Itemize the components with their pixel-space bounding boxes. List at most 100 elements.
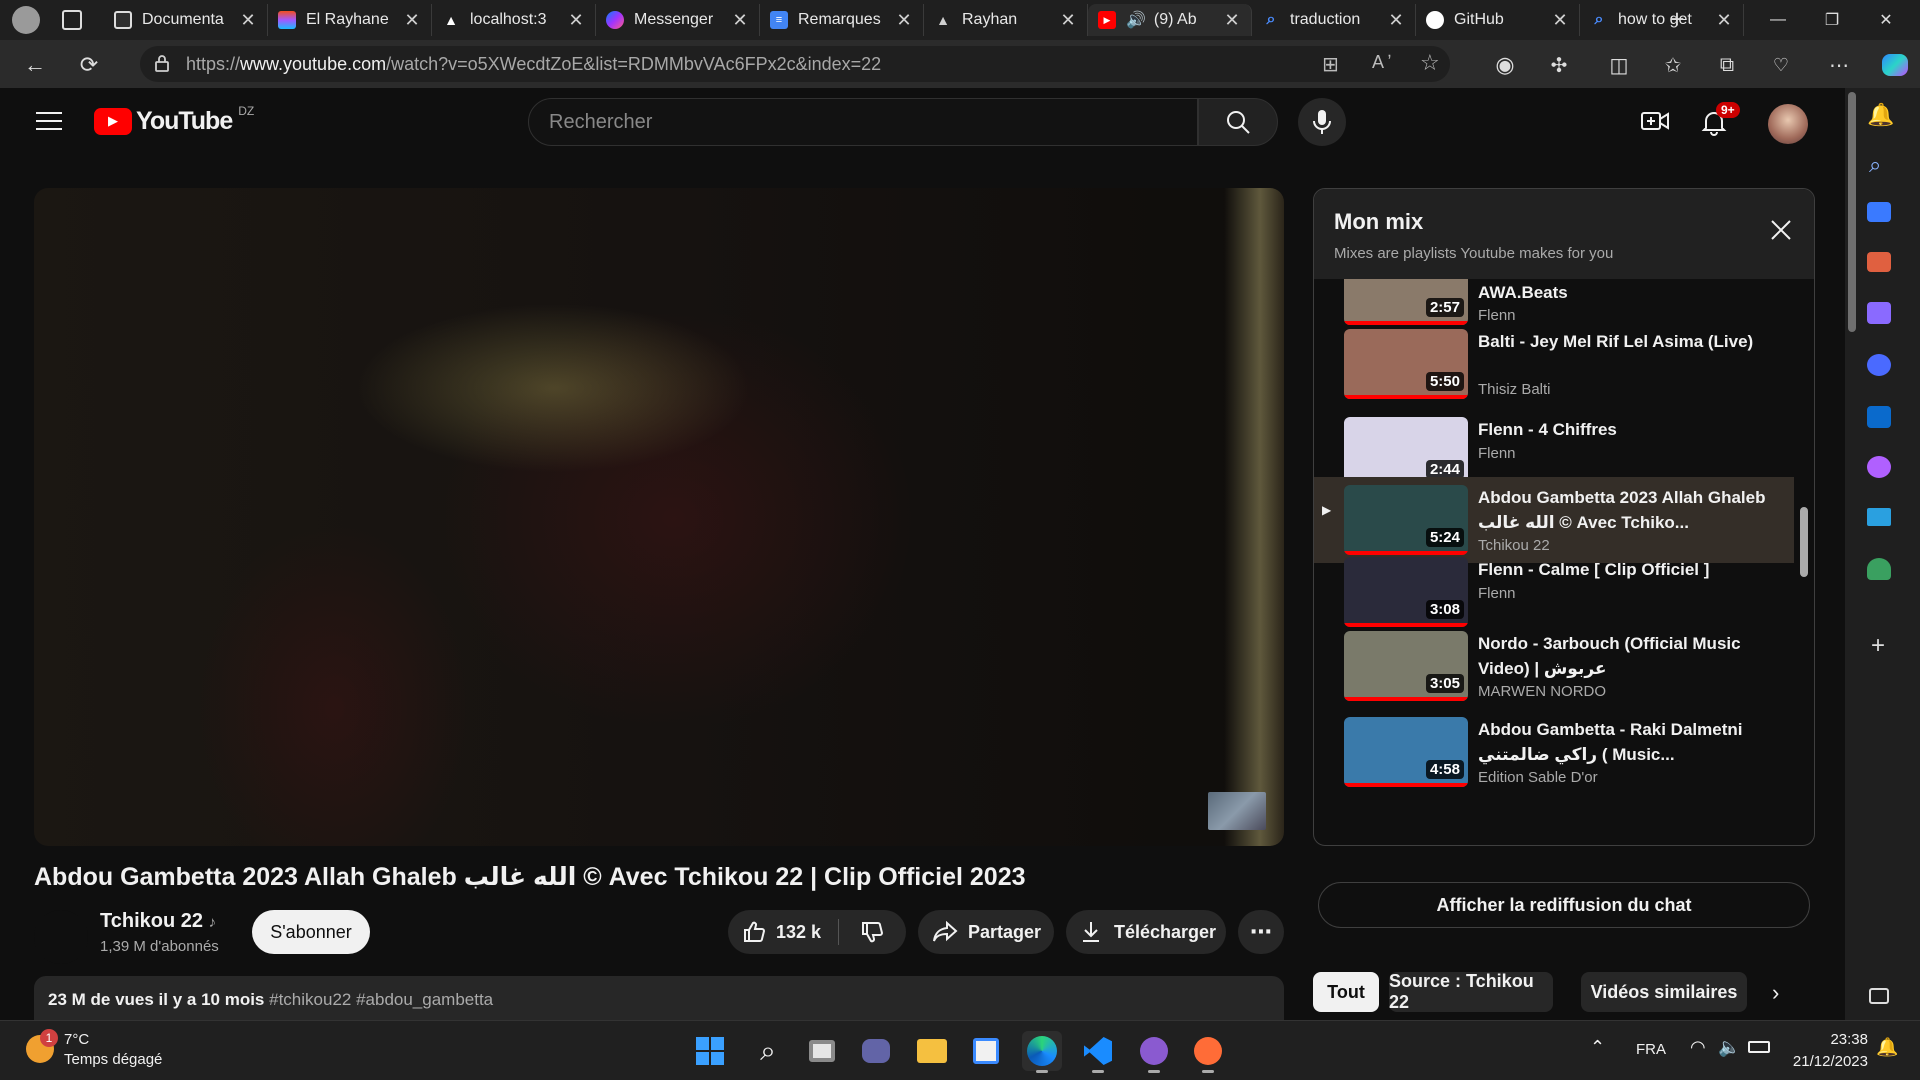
close-icon[interactable]: ✕ (567, 10, 585, 31)
youtube-logo[interactable]: ▶ YouTube DZ (94, 104, 254, 136)
minimize-button[interactable]: — (1754, 0, 1802, 40)
lock-icon[interactable] (154, 54, 169, 72)
teams-chat-icon[interactable] (856, 1031, 896, 1071)
maximize-button[interactable]: ❐ (1808, 0, 1856, 40)
search-icon[interactable]: ⌕ (748, 1031, 788, 1071)
close-icon[interactable]: ✕ (731, 10, 749, 31)
close-icon[interactable]: ✕ (895, 10, 913, 31)
tab-documenta[interactable]: Documenta ✕ (104, 4, 268, 36)
collections-icon[interactable]: ⧉ (1710, 48, 1744, 82)
refresh-button[interactable]: ⟳ (72, 48, 106, 82)
games-icon[interactable] (1867, 302, 1891, 324)
close-icon[interactable]: ✕ (1715, 10, 1733, 31)
more-menu-icon[interactable]: ⋯ (1822, 48, 1856, 82)
tools-icon[interactable] (1867, 252, 1891, 272)
outlook-icon[interactable] (1867, 406, 1891, 428)
notification-center-icon[interactable]: 🔔 (1876, 1037, 1898, 1058)
close-icon[interactable]: ✕ (1059, 10, 1077, 31)
copilot-icon[interactable] (1878, 48, 1912, 82)
mix-item-thumbnail[interactable]: 3:08 (1344, 557, 1468, 627)
browser-essentials-icon[interactable]: ♡ (1764, 48, 1798, 82)
notifications-bell-icon[interactable]: 🔔 (1867, 102, 1894, 128)
video-player[interactable] (34, 188, 1284, 846)
page-scrollbar[interactable] (1848, 92, 1856, 332)
close-icon[interactable]: ✕ (1551, 10, 1569, 31)
github-desktop-icon[interactable] (1134, 1031, 1174, 1073)
download-button[interactable]: Télécharger (1066, 910, 1226, 954)
tab-actions-icon[interactable] (62, 10, 82, 30)
close-window-button[interactable]: ✕ (1862, 0, 1910, 40)
tab-traduction[interactable]: ⌕ traduction ✕ (1252, 4, 1416, 36)
search-icon[interactable]: ⌕ (1869, 152, 1881, 178)
mix-item-thumbnail[interactable]: 3:05 (1344, 631, 1468, 701)
weather-widget[interactable]: 1 7°C Temps dégagé (22, 1029, 202, 1073)
task-view-icon[interactable] (802, 1031, 842, 1071)
mix-scrollbar[interactable] (1800, 507, 1808, 577)
close-icon[interactable] (1766, 215, 1796, 245)
tab-messenger[interactable]: Messenger ✕ (596, 4, 760, 36)
favorites-icon[interactable]: ✩ (1656, 48, 1690, 82)
mix-item[interactable]: 3:05 Nordo - 3arbouch (Official Music Vid… (1314, 625, 1794, 713)
address-bar[interactable]: https://www.youtube.com/watch?v=o5XWecdt… (140, 46, 1450, 82)
favorite-star-icon[interactable]: ☆ (1420, 50, 1440, 76)
microsoft365-icon[interactable] (1867, 354, 1891, 376)
mix-item-thumbnail[interactable]: 5:24 (1344, 485, 1468, 555)
like-button[interactable]: 132 k (728, 920, 838, 944)
menu-icon[interactable] (36, 112, 62, 132)
language-indicator[interactable]: FRA (1636, 1041, 1666, 1058)
close-icon[interactable]: ✕ (1223, 10, 1241, 31)
postman-icon[interactable] (1188, 1031, 1228, 1073)
vscode-icon[interactable] (1078, 1031, 1118, 1073)
edge-icon[interactable] (1022, 1031, 1062, 1073)
start-icon[interactable] (690, 1031, 730, 1071)
close-icon[interactable]: ✕ (1387, 10, 1405, 31)
tab-youtube-active[interactable]: ▶ 🔊 (9) Ab ✕ (1088, 4, 1252, 36)
mix-item[interactable]: 4:58 Abdou Gambetta - Raki Dalmetni راكي … (1314, 711, 1794, 799)
subscribe-button[interactable]: S'abonner (252, 910, 370, 954)
tracking-icon[interactable]: ◉ (1488, 48, 1522, 82)
chevron-up-icon[interactable]: ⌃ (1590, 1037, 1605, 1058)
search-button[interactable] (1198, 98, 1278, 146)
tree-icon[interactable] (1867, 558, 1891, 580)
channel-watermark[interactable] (1208, 792, 1266, 830)
profile-avatar[interactable] (12, 6, 40, 34)
read-aloud-icon[interactable]: A͏ ̛ (1372, 52, 1388, 73)
split-screen-icon[interactable]: ◫ (1602, 48, 1636, 82)
close-icon[interactable]: ✕ (239, 10, 257, 31)
chip-similar[interactable]: Vidéos similaires (1581, 972, 1747, 1012)
create-video-icon[interactable] (1640, 108, 1670, 139)
mix-item-thumbnail[interactable]: 5:50 (1344, 329, 1468, 399)
file-explorer-icon[interactable] (912, 1031, 952, 1071)
tab-el-rayhane[interactable]: El Rayhane ✕ (268, 4, 432, 36)
add-icon[interactable]: + (1871, 632, 1885, 660)
mix-item[interactable]: 5:50 Balti - Jey Mel Rif Lel Asima (Live)… (1314, 323, 1794, 411)
notifications-icon[interactable]: 9+ (1700, 102, 1740, 141)
chevron-right-icon[interactable]: › (1772, 980, 1779, 1006)
battery-icon[interactable] (1748, 1041, 1770, 1053)
account-avatar[interactable] (1768, 104, 1808, 144)
tab-github[interactable]: GitHub ✕ (1416, 4, 1580, 36)
microsoft-store-icon[interactable] (966, 1031, 1006, 1071)
chat-replay-button[interactable]: Afficher la rediffusion du chat (1318, 882, 1810, 928)
hashtags[interactable]: #tchikou22 #abdou_gambetta (269, 990, 493, 1009)
extensions-icon[interactable]: ✣ (1542, 48, 1576, 82)
clock[interactable]: 23:38 21/12/2023 (1793, 1029, 1868, 1073)
tab-rayhan[interactable]: ▲ Rayhan ✕ (924, 4, 1088, 36)
new-tab-button[interactable]: + (1662, 4, 1692, 36)
chip-source[interactable]: Source : Tchikou 22 (1389, 971, 1553, 1012)
chip-all[interactable]: Tout (1313, 972, 1379, 1012)
wifi-icon[interactable]: ◠ (1690, 1037, 1706, 1058)
close-icon[interactable]: ✕ (403, 10, 421, 31)
shopping-icon[interactable] (1867, 202, 1891, 222)
mix-item-thumbnail[interactable]: 2:57 (1344, 279, 1468, 325)
speaker-icon[interactable]: 🔊 (1126, 10, 1146, 30)
mix-item-thumbnail[interactable]: 4:58 (1344, 717, 1468, 787)
back-button[interactable]: ← (18, 48, 52, 82)
apps-icon[interactable]: ⊞ (1322, 52, 1339, 77)
sidebar-toggle-icon[interactable] (1869, 988, 1889, 1004)
share-button[interactable]: Partager (918, 910, 1054, 954)
search-input[interactable]: Rechercher (528, 98, 1198, 146)
tab-remarques[interactable]: ≡ Remarques ✕ (760, 4, 924, 36)
channel-name[interactable]: Tchikou 22 ♪ (100, 910, 216, 933)
drop-icon[interactable] (1867, 456, 1891, 478)
